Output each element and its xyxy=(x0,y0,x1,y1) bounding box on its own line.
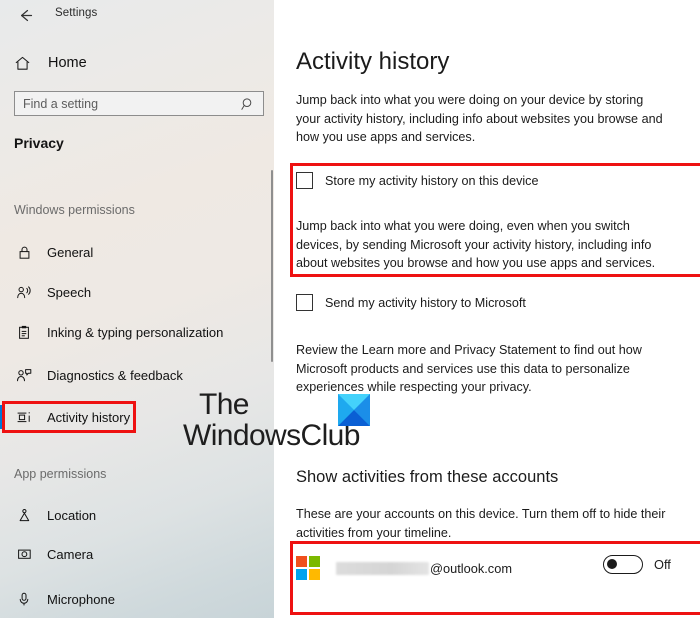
sync-description: Jump back into what you were doing, even… xyxy=(296,219,656,270)
account-email-redacted xyxy=(336,561,429,575)
sidebar-item-activity-history[interactable]: Activity history xyxy=(0,404,262,430)
search-icon[interactable] xyxy=(237,92,259,115)
sidebar-item-diagnostics-feedback-label: Diagnostics & feedback xyxy=(47,367,183,383)
account-toggle-state-label: Off xyxy=(654,557,671,572)
person-feedback-icon xyxy=(14,365,34,385)
sidebar-item-diagnostics-feedback[interactable]: Diagnostics & feedback xyxy=(0,362,262,388)
sidebar-item-camera-label: Camera xyxy=(47,546,94,562)
accounts-heading: Show activities from these accounts xyxy=(296,468,559,486)
settings-window: Settings Home Privacy Windows permiss xyxy=(0,0,700,618)
clipboard-icon xyxy=(14,322,34,342)
sidebar-item-camera[interactable]: Camera xyxy=(0,541,262,567)
back-arrow-icon[interactable] xyxy=(14,4,36,26)
account-email: @outlook.com xyxy=(336,561,512,576)
sidebar-item-location-label: Location xyxy=(47,507,97,523)
lock-icon xyxy=(14,242,34,262)
sidebar-item-general[interactable]: General xyxy=(0,239,262,265)
send-activity-history-checkbox[interactable] xyxy=(296,294,313,311)
sidebar-group-label-app-permissions: App permissions xyxy=(14,467,107,481)
title-bar: Settings xyxy=(0,0,274,30)
store-activity-history-checkbox[interactable] xyxy=(296,172,313,189)
accounts-description: These are your accounts on this device. … xyxy=(296,507,666,540)
send-activity-history-label: Send my activity history to Microsoft xyxy=(325,295,526,310)
app-title: Settings xyxy=(55,7,98,19)
sidebar-item-inking-typing-personalization[interactable]: Inking & typing personalization xyxy=(0,319,262,345)
privacy-statement-description: Review the Learn more and Privacy Statem… xyxy=(296,343,642,394)
sidebar-item-general-label: General xyxy=(47,244,94,260)
account-list-item[interactable]: @outlook.com Off xyxy=(296,551,674,585)
store-activity-history-checkbox-row[interactable]: Store my activity history on this device xyxy=(296,172,538,189)
intro-description: Jump back into what you were doing on yo… xyxy=(296,93,663,144)
sidebar-item-activity-history-label: Activity history xyxy=(47,409,131,425)
microphone-icon xyxy=(14,589,34,609)
microsoft-logo-icon xyxy=(296,556,320,580)
account-toggle-group[interactable]: Off xyxy=(603,555,671,574)
speech-person-icon xyxy=(14,282,34,302)
sidebar-item-inking-typing-personalization-label: Inking & typing personalization xyxy=(47,324,224,340)
store-activity-history-label: Store my activity history on this device xyxy=(325,173,539,188)
search-box[interactable] xyxy=(14,91,264,116)
account-activity-toggle[interactable] xyxy=(603,555,643,574)
sidebar-item-speech[interactable]: Speech xyxy=(0,279,262,305)
page-section-title: Privacy xyxy=(14,135,64,151)
sidebar-scrollbar[interactable] xyxy=(271,170,273,362)
sidebar-item-home[interactable]: Home xyxy=(0,50,260,76)
sidebar-item-speech-label: Speech xyxy=(47,284,92,300)
sidebar: Settings Home Privacy Windows permiss xyxy=(0,0,274,618)
toggle-knob xyxy=(607,559,617,569)
activity-history-icon xyxy=(14,407,34,427)
location-pin-icon xyxy=(14,505,34,525)
search-input[interactable] xyxy=(15,92,237,115)
camera-icon xyxy=(14,544,34,564)
account-email-domain: @outlook.com xyxy=(430,560,512,576)
sidebar-item-microphone[interactable]: Microphone xyxy=(0,586,262,612)
page-title: Activity history xyxy=(296,48,450,75)
sidebar-group-label-windows-permissions: Windows permissions xyxy=(14,203,135,217)
main-content: Activity history Jump back into what you… xyxy=(274,0,700,618)
send-activity-history-checkbox-row[interactable]: Send my activity history to Microsoft xyxy=(296,294,526,311)
sidebar-item-microphone-label: Microphone xyxy=(47,591,115,607)
home-icon xyxy=(14,53,34,73)
sidebar-item-home-label: Home xyxy=(48,55,87,71)
sidebar-item-location[interactable]: Location xyxy=(0,502,262,528)
